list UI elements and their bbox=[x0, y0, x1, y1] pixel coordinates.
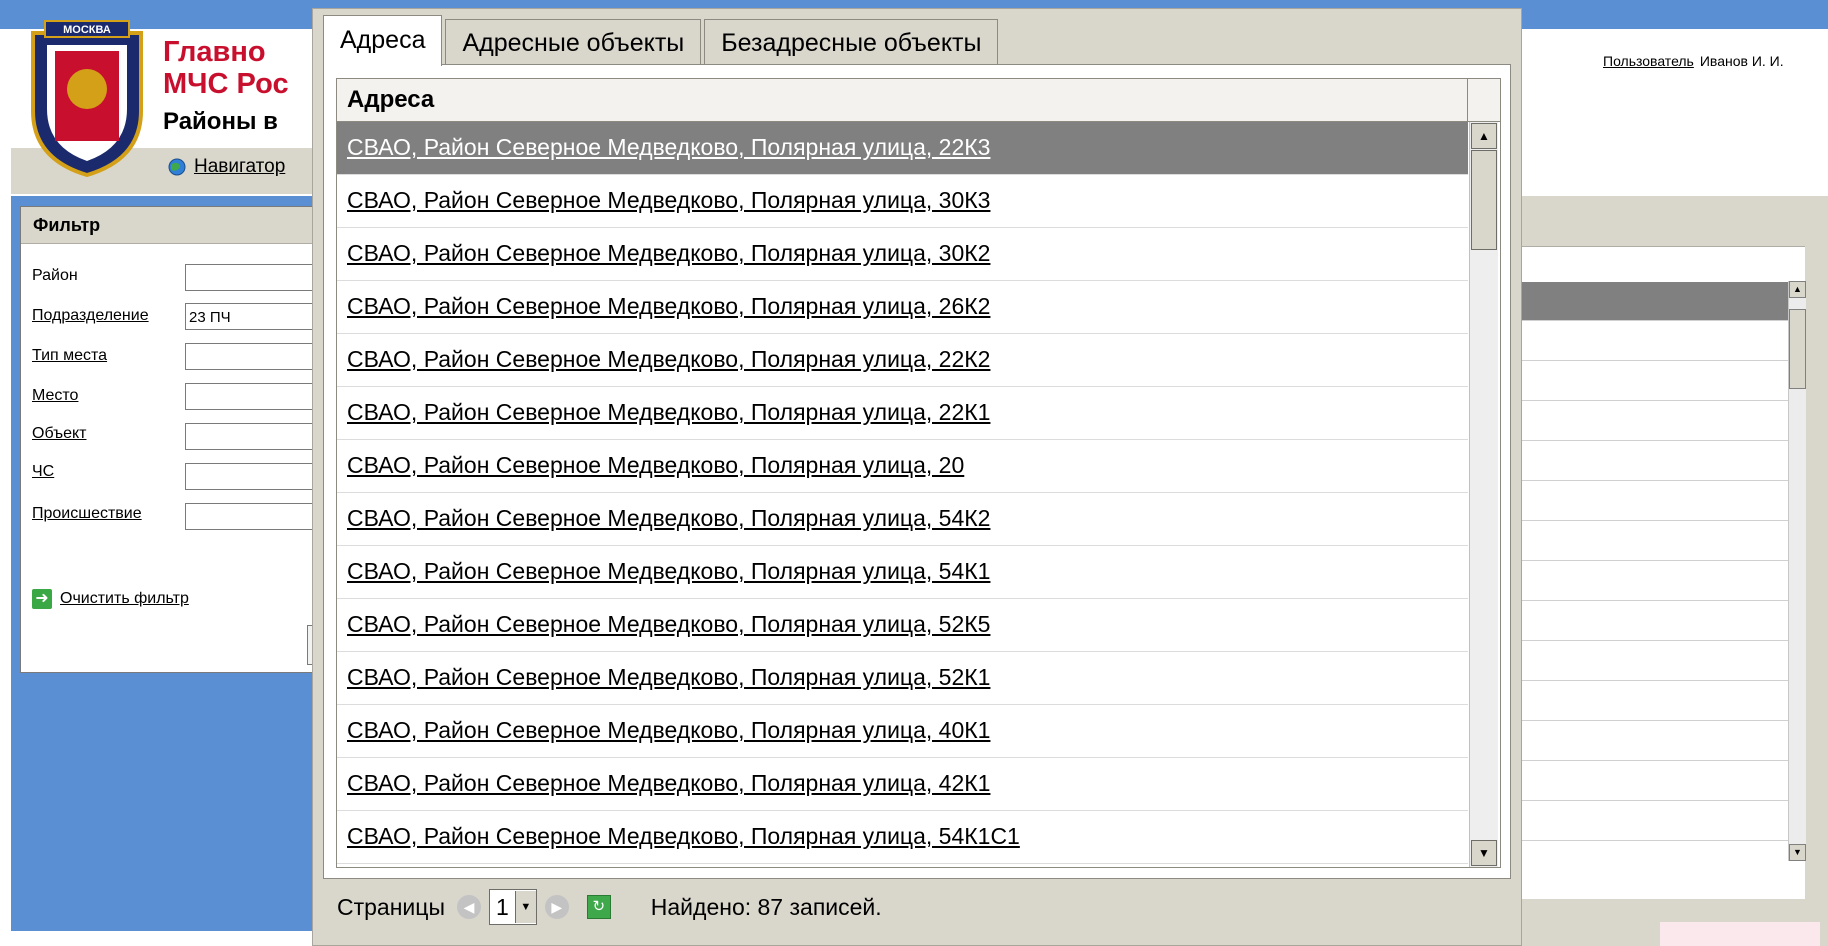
refresh-icon[interactable]: ↻ bbox=[586, 895, 611, 919]
table-row[interactable]: СВАО, Район Северное Медведково, Полярна… bbox=[337, 334, 1468, 387]
scroll-thumb[interactable] bbox=[1789, 309, 1806, 389]
clear-filter-link[interactable]: ➜ Очистить фильтр bbox=[32, 589, 189, 609]
right-list-divider bbox=[1520, 440, 1788, 441]
table-row[interactable]: СВАО, Район Северное Медведково, Полярна… bbox=[337, 440, 1468, 493]
address-link[interactable]: СВАО, Район Северное Медведково, Полярна… bbox=[347, 505, 990, 531]
user-info: Пользователь Иванов И. И. bbox=[1603, 53, 1784, 69]
table-row[interactable]: СВАО, Район Северное Медведково, Полярна… bbox=[337, 387, 1468, 440]
filter-title: Фильтр bbox=[21, 207, 343, 244]
scroll-up-icon[interactable]: ▲ bbox=[1789, 281, 1806, 298]
address-link[interactable]: СВАО, Район Северное Медведково, Полярна… bbox=[347, 399, 990, 425]
right-list-scrollbar[interactable]: ▲ ▼ bbox=[1788, 281, 1806, 861]
tab-non-address-objects[interactable]: Безадресные объекты bbox=[704, 19, 999, 66]
selected-row[interactable]: СВАО, Район Северное Медведково, Полярна… bbox=[337, 122, 1468, 175]
filter-panel: Фильтр Район Подразделение 23 ПЧ Тип мес… bbox=[20, 206, 345, 673]
right-list-divider bbox=[1520, 840, 1788, 841]
right-list bbox=[1520, 246, 1805, 899]
address-link[interactable]: СВАО, Район Северное Медведково, Полярна… bbox=[347, 452, 964, 478]
table-row[interactable]: СВАО, Район Северное Медведково, Полярна… bbox=[337, 811, 1468, 864]
grid-header-title[interactable]: Адреса bbox=[337, 79, 1468, 121]
brand-title-line2: МЧС Рос bbox=[163, 68, 289, 100]
address-link[interactable]: СВАО, Район Северное Медведково, Полярна… bbox=[347, 611, 990, 637]
right-list-divider bbox=[1520, 400, 1788, 401]
scroll-thumb[interactable] bbox=[1471, 150, 1497, 250]
right-list-divider bbox=[1520, 520, 1788, 521]
user-name: Иванов И. И. bbox=[1699, 53, 1784, 69]
address-grid: Адреса СВАО, Район Северное Медведково, … bbox=[336, 78, 1501, 868]
records-found: Найдено: 87 записей. bbox=[650, 893, 882, 920]
right-list-divider bbox=[1520, 680, 1788, 681]
address-link[interactable]: СВАО, Район Северное Медведково, Полярна… bbox=[347, 823, 1020, 849]
grid-rows: СВАО, Район Северное Медведково, Полярна… bbox=[337, 122, 1468, 864]
brand-subtitle: Районы в bbox=[163, 108, 278, 135]
grid-header: Адреса bbox=[337, 79, 1500, 122]
pager-label: Страницы bbox=[337, 893, 445, 920]
status-strip bbox=[1660, 922, 1820, 946]
table-row[interactable]: СВАО, Район Северное Медведково, Полярна… bbox=[337, 228, 1468, 281]
arrow-left-circle-icon[interactable]: ◀ bbox=[456, 895, 481, 919]
pager: Страницы ◀ 1 ▼ ▶ ↻ Найдено: 87 записей. bbox=[337, 885, 882, 929]
filter-label-place[interactable]: Место bbox=[32, 387, 78, 405]
table-row[interactable]: СВАО, Район Северное Медведково, Полярна… bbox=[337, 758, 1468, 811]
page-select-value: 1 bbox=[495, 893, 509, 920]
tab-panel: Адреса СВАО, Район Северное Медведково, … bbox=[323, 64, 1511, 879]
tab-address-objects[interactable]: Адресные объекты bbox=[445, 19, 702, 66]
right-list-divider bbox=[1520, 720, 1788, 721]
scroll-down-icon[interactable]: ▼ bbox=[1789, 844, 1806, 861]
scroll-down-icon[interactable]: ▼ bbox=[1471, 840, 1497, 866]
right-list-divider bbox=[1520, 480, 1788, 481]
right-list-divider bbox=[1520, 600, 1788, 601]
address-link[interactable]: СВАО, Район Северное Медведково, Полярна… bbox=[347, 134, 990, 160]
table-row[interactable]: СВАО, Район Северное Медведково, Полярна… bbox=[337, 175, 1468, 228]
right-list-selected-row[interactable] bbox=[1520, 282, 1788, 320]
address-picker-dialog: Адреса Адресные объекты Безадресные объе… bbox=[312, 8, 1522, 946]
filter-label-district: Район bbox=[32, 267, 78, 284]
address-link[interactable]: СВАО, Район Северное Медведково, Полярна… bbox=[347, 558, 990, 584]
right-list-divider bbox=[1520, 360, 1788, 361]
address-link[interactable]: СВАО, Район Северное Медведково, Полярна… bbox=[347, 664, 990, 690]
tab-addresses[interactable]: Адреса bbox=[323, 15, 443, 66]
right-list-divider bbox=[1520, 800, 1788, 801]
filter-label-place-type[interactable]: Тип места bbox=[32, 347, 107, 365]
user-link[interactable]: Пользователь bbox=[1603, 53, 1694, 69]
right-list-divider bbox=[1520, 760, 1788, 761]
navigator-link[interactable]: Навигатор bbox=[168, 156, 285, 178]
grid-scrollbar[interactable]: ▲ ▼ bbox=[1469, 122, 1498, 867]
address-link[interactable]: СВАО, Район Северное Медведково, Полярна… bbox=[347, 293, 990, 319]
table-row[interactable]: СВАО, Район Северное Медведково, Полярна… bbox=[337, 599, 1468, 652]
page-select[interactable]: 1 ▼ bbox=[488, 889, 537, 925]
filter-label-object[interactable]: Объект bbox=[32, 425, 86, 443]
filter-label-incident[interactable]: Происшествие bbox=[32, 505, 142, 523]
right-list-divider bbox=[1520, 560, 1788, 561]
address-link[interactable]: СВАО, Район Северное Медведково, Полярна… bbox=[347, 240, 990, 266]
chevron-down-icon[interactable]: ▼ bbox=[514, 891, 536, 923]
dialog-tabs: Адреса Адресные объекты Безадресные объе… bbox=[323, 15, 1001, 66]
table-row[interactable]: СВАО, Район Северное Медведково, Полярна… bbox=[337, 546, 1468, 599]
green-arrow-icon: ➜ bbox=[32, 589, 52, 609]
arrow-right-circle-icon[interactable]: ▶ bbox=[544, 895, 569, 919]
address-link[interactable]: СВАО, Район Северное Медведково, Полярна… bbox=[347, 717, 990, 743]
table-row[interactable]: СВАО, Район Северное Медведково, Полярна… bbox=[337, 281, 1468, 334]
table-row[interactable]: СВАО, Район Северное Медведково, Полярна… bbox=[337, 652, 1468, 705]
address-link[interactable]: СВАО, Район Северное Медведково, Полярна… bbox=[347, 346, 990, 372]
right-list-divider bbox=[1520, 320, 1788, 321]
table-row[interactable]: СВАО, Район Северное Медведково, Полярна… bbox=[337, 493, 1468, 546]
right-list-divider bbox=[1520, 640, 1788, 641]
svg-text:МОСКВА: МОСКВА bbox=[63, 24, 111, 36]
mchs-emblem: МОСКВА bbox=[31, 20, 143, 177]
filter-label-division[interactable]: Подразделение bbox=[32, 307, 149, 325]
address-link[interactable]: СВАО, Район Северное Медведково, Полярна… bbox=[347, 770, 990, 796]
filter-label-emergency[interactable]: ЧС bbox=[32, 463, 54, 481]
table-row[interactable]: СВАО, Район Северное Медведково, Полярна… bbox=[337, 705, 1468, 758]
address-link[interactable]: СВАО, Район Северное Медведково, Полярна… bbox=[347, 187, 990, 213]
brand-title-line1: Главно bbox=[163, 36, 266, 68]
scroll-up-icon[interactable]: ▲ bbox=[1471, 123, 1497, 149]
